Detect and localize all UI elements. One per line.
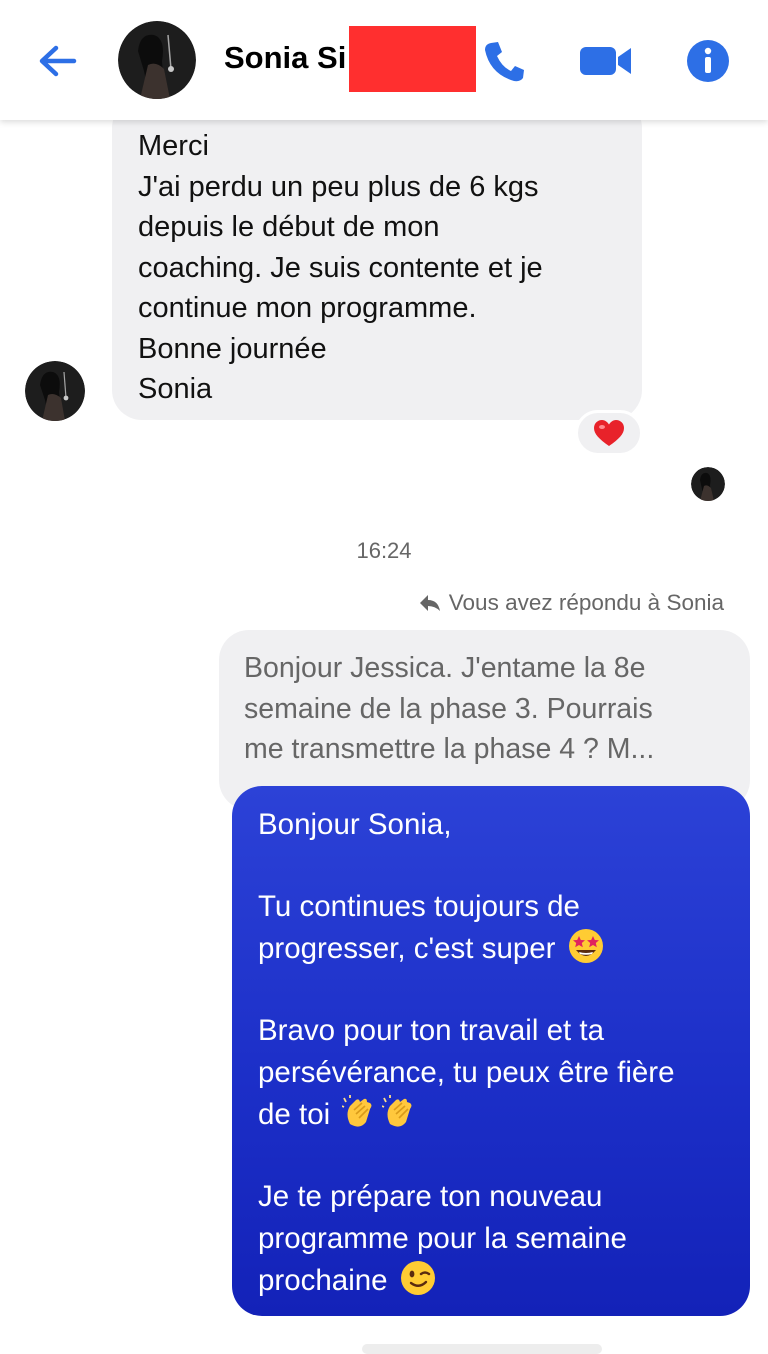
message-line: continue mon programme. (138, 292, 477, 324)
clapping-hands-emoji-icon (342, 1095, 372, 1127)
contact-name[interactable]: Sonia Si (224, 40, 346, 76)
message-line: prochaine (258, 1260, 730, 1302)
message-line: Je te prépare ton nouveau (258, 1180, 603, 1213)
avatar[interactable] (118, 21, 196, 99)
message-line: Sonia (138, 373, 213, 405)
message-text: progresser, c'est super (258, 932, 556, 965)
message-line: de toi (258, 1094, 730, 1136)
message-line: J'ai perdu un peu plus de 6 kgs (138, 170, 539, 203)
message-line: Bonjour Sonia, (258, 808, 452, 841)
message-line: Tu continues toujours de (258, 890, 580, 923)
message-line: depuis le début de mon (138, 211, 440, 243)
message-timestamp: 16:24 (356, 538, 412, 563)
incoming-message-bubble[interactable]: Merci J'ai perdu un peu plus de 6 kgs de… (112, 98, 642, 420)
message-line: progresser, c'est super (258, 928, 730, 970)
outgoing-message-bubble[interactable]: Bonjour Sonia, Tu continues toujours de … (232, 786, 750, 1316)
back-arrow-icon[interactable] (30, 38, 88, 84)
quoted-message-bubble[interactable]: Bonjour Jessica. J'entame la 8e semaine … (219, 630, 750, 810)
message-line: Bonne journée (138, 332, 327, 365)
message-line: Merci (138, 130, 209, 162)
quoted-line: me transmettre la phase 4 ? M... (244, 733, 655, 765)
quoted-line: semaine de la phase 3. Pourrais (244, 692, 653, 725)
clapping-hands-emoji-icon (382, 1095, 412, 1127)
sender-avatar[interactable] (25, 361, 85, 421)
info-icon[interactable] (686, 39, 730, 83)
redaction-block (349, 26, 476, 92)
video-camera-icon[interactable] (578, 42, 634, 80)
message-line: coaching. Je suis contente et je (138, 251, 543, 284)
reply-indicator: Vous avez répondu à Sonia (419, 590, 724, 616)
message-text: de toi (258, 1098, 331, 1131)
message-line: programme pour la semaine (258, 1222, 627, 1255)
reply-arrow-icon (419, 595, 440, 611)
quoted-line: Bonjour Jessica. J'entame la 8e (244, 652, 646, 684)
message-line: Bravo pour ton travail et ta (258, 1014, 604, 1047)
winking-face-emoji-icon (400, 1261, 435, 1295)
message-line: persévérance, tu peux être fière (258, 1056, 675, 1089)
phone-icon[interactable] (482, 38, 526, 84)
heart-reaction-icon[interactable] (575, 410, 643, 456)
chat-header: Sonia Si (0, 0, 768, 120)
next-message-edge (362, 1344, 602, 1354)
message-text: prochaine (258, 1264, 388, 1297)
star-struck-emoji-icon (568, 929, 603, 963)
reply-note-text: Vous avez répondu à Sonia (448, 590, 724, 615)
read-receipt-avatar (691, 467, 725, 501)
